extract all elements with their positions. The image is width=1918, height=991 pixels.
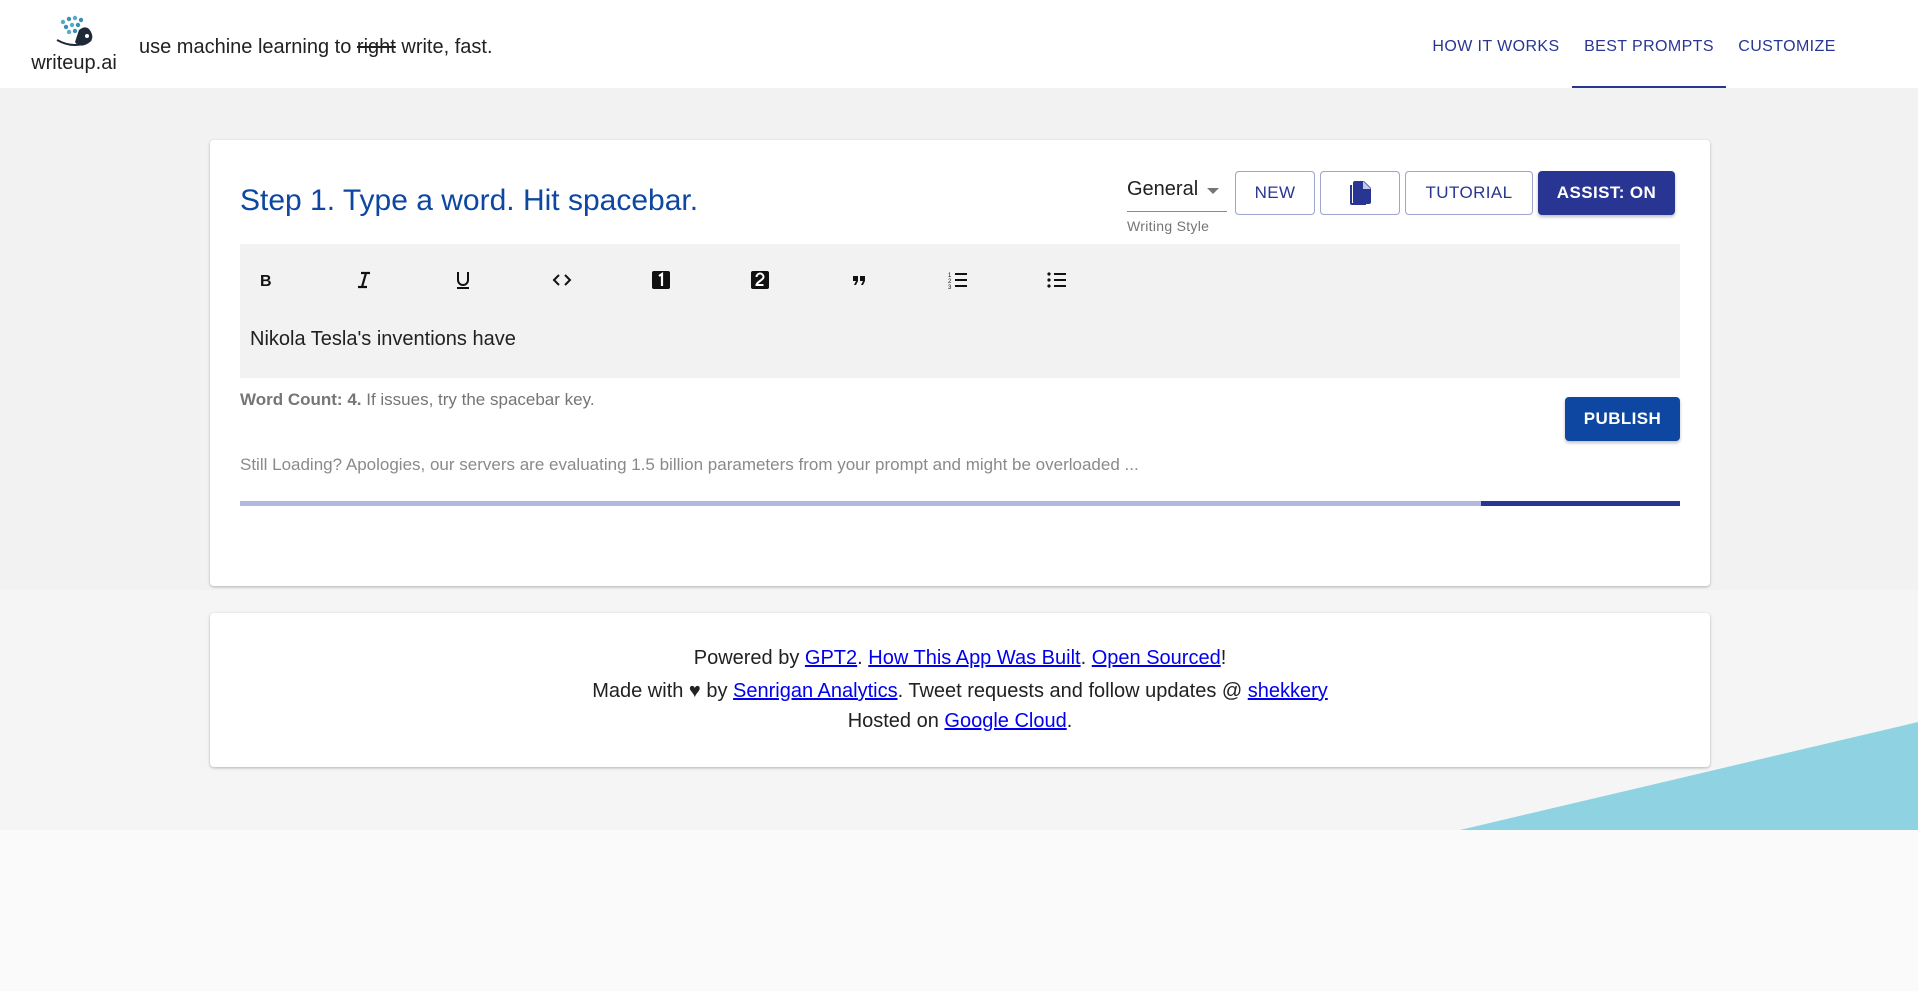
svg-text:3: 3 (948, 285, 952, 291)
google-cloud-link[interactable]: Google Cloud (944, 710, 1066, 732)
rich-text-editor: B 123 Nikola Tesla's inventions have (240, 244, 1680, 378)
bold-icon: B (260, 273, 272, 290)
editor-card: Step 1. Type a word. Hit spacebar. Gener… (210, 140, 1710, 586)
writing-style-select[interactable]: General (1127, 176, 1227, 212)
word-count: Word Count: 4. If issues, try the spaceb… (240, 390, 595, 410)
tagline-strikethrough-word: right (356, 36, 396, 58)
publish-button[interactable]: PUBLISH (1565, 397, 1680, 441)
footer-line-made-with: Made with ♥ by Senrigan Analytics. Tweet… (210, 680, 1710, 703)
footer-text: . (1080, 647, 1092, 669)
footer-line-powered: Powered by GPT2. How This App Was Built.… (210, 647, 1710, 670)
tutorial-button[interactable]: TUTORIAL (1405, 171, 1533, 215)
logo[interactable]: writeup.ai (28, 10, 120, 82)
tagline-start: use machine learning to (139, 36, 357, 58)
underline-button[interactable] (443, 262, 483, 298)
footer-card: Powered by GPT2. How This App Was Built.… (210, 613, 1710, 767)
footer-line-hosted: Hosted on Google Cloud. (210, 710, 1710, 733)
italic-button[interactable] (344, 262, 384, 298)
numbered-list-button[interactable]: 123 (938, 262, 978, 298)
underline-icon (457, 272, 469, 289)
loading-message: Still Loading? Apologies, our servers ar… (240, 455, 1139, 474)
how-built-link[interactable]: How This App Was Built (868, 647, 1080, 669)
quote-icon (853, 276, 865, 285)
nav-how-it-works[interactable]: HOW IT WORKS (1421, 0, 1571, 88)
senrigan-link[interactable]: Senrigan Analytics (733, 680, 898, 702)
footer-text: ! (1220, 647, 1227, 669)
heading-two-button[interactable] (740, 262, 780, 298)
nav-best-prompts[interactable]: BEST PROMPTS (1572, 0, 1726, 88)
bulleted-list-button[interactable] (1037, 262, 1077, 298)
heading-one-icon (652, 271, 670, 289)
footer-text: Made with ♥ by (592, 680, 734, 702)
logo-text: writeup.ai (31, 52, 117, 74)
page-bottom (0, 830, 1918, 991)
quote-button[interactable] (839, 262, 879, 298)
writing-style-helper: Writing Style (1127, 218, 1210, 234)
footer-text: . (1066, 710, 1073, 732)
code-button[interactable] (542, 262, 582, 298)
footer-text: . Tweet requests and follow updates @ (897, 680, 1248, 702)
chevron-down-icon (1207, 188, 1219, 194)
nav-customize[interactable]: CUSTOMIZE (1727, 0, 1847, 88)
svg-text:B: B (260, 273, 272, 290)
numbered-list-icon: 123 (948, 273, 967, 291)
progress-track (240, 501, 1680, 506)
footer-text: Hosted on (847, 710, 945, 732)
copy-button[interactable] (1320, 171, 1400, 215)
editor-content[interactable]: Nikola Tesla's inventions have (250, 328, 516, 351)
tagline: use machine learning to right write, fas… (139, 36, 493, 59)
footer-text: . (857, 647, 869, 669)
italic-icon (358, 271, 370, 289)
word-count-hint: If issues, try the spacebar key. (361, 390, 595, 409)
footer-text: Powered by (693, 647, 805, 669)
progress-bar (1481, 501, 1680, 506)
gpt2-link[interactable]: GPT2 (805, 647, 857, 669)
new-button[interactable]: NEW (1235, 171, 1315, 215)
page-title: Step 1. Type a word. Hit spacebar. (240, 184, 699, 217)
copy-file-icon (1350, 181, 1371, 205)
word-count-label: Word Count: 4. (240, 390, 362, 409)
top-app-bar: writeup.ai use machine learning to right… (0, 0, 1918, 88)
bulleted-list-icon (1047, 272, 1066, 288)
open-sourced-link[interactable]: Open Sourced (1092, 647, 1221, 669)
heading-two-icon (751, 271, 769, 289)
heading-one-button[interactable] (641, 262, 681, 298)
bold-button[interactable]: B (245, 262, 285, 298)
code-icon (552, 274, 572, 286)
writing-style-value: General (1127, 178, 1199, 200)
brain-robot-logo-icon (56, 15, 93, 46)
assist-toggle-button[interactable]: ASSIST: ON (1538, 171, 1675, 215)
tagline-end: write, fast. (395, 36, 493, 58)
shekkery-link[interactable]: shekkery (1248, 680, 1328, 702)
